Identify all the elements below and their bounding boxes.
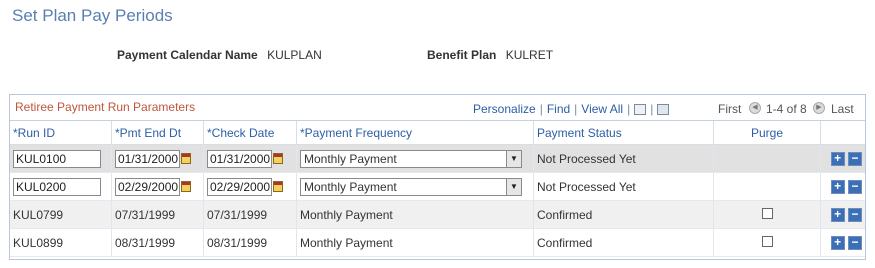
view-all-link[interactable]: View All [581,102,623,116]
table-row: KUL0899 08/31/1999 08/31/1999 Monthly Pa… [10,228,865,257]
page-title: Set Plan Pay Periods [12,6,173,25]
check-date-input[interactable]: 01/31/2000 [207,149,272,168]
table-row: KUL0100 01/31/2000 01/31/2000 Monthly Pa… [10,144,865,173]
previous-arrow-icon[interactable]: ◀ [749,102,761,114]
payment-status-cell: Not Processed Yet [533,172,714,201]
payment-frequency-value: Monthly Payment [304,151,397,166]
pmt-end-date-input[interactable]: 02/29/2000 [115,177,180,196]
run-id-cell: KUL0200 [10,172,112,201]
run-id-input[interactable]: KUL0200 [13,177,101,196]
calendar-icon[interactable] [273,153,283,164]
run-id-input[interactable]: KUL0100 [13,149,101,168]
pmt-end-cell: 08/31/1999 [111,228,204,257]
pmt-end-cell: 01/31/2000 [111,144,204,173]
download-grid-icon[interactable] [657,104,670,116]
table-row: KUL0200 02/29/2000 02/29/2000 Monthly Pa… [10,172,865,201]
col-actions [820,121,865,145]
new-window-icon[interactable] [634,104,647,116]
grid-table: *Run ID *Pmt End Dt *Check Date *Payment… [10,121,865,257]
payment-status-cell: Confirmed [533,228,714,257]
payment-status-cell: Confirmed [533,200,714,229]
frequency-cell: Monthly Payment ▼ [296,172,534,201]
row-range: 1-4 of 8 [766,102,807,116]
find-link[interactable]: Find [547,102,570,116]
benefit-plan-value: KULRET [505,48,554,62]
payment-frequency-select[interactable]: Monthly Payment ▼ [300,149,522,168]
add-row-button[interactable]: + [830,235,845,250]
grid-header: Retiree Payment Run Parameters Personali… [10,95,865,121]
payment-frequency-select[interactable]: Monthly Payment ▼ [300,177,522,196]
add-row-button[interactable]: + [830,151,845,166]
actions-cell: + − [820,200,865,229]
check-date-cell: 01/31/2000 [203,144,297,173]
delete-row-button[interactable]: − [848,179,862,194]
frequency-cell: Monthly Payment [296,228,534,257]
run-id-cell: KUL0899 [10,228,112,257]
payment-frequency-value: Monthly Payment [304,179,397,194]
first-link[interactable]: First [718,102,741,116]
personalize-link[interactable]: Personalize [473,102,536,116]
frequency-cell: Monthly Payment [296,200,534,229]
run-id-cell: KUL0100 [10,144,112,173]
retiree-payment-grid: Retiree Payment Run Parameters Personali… [9,94,866,260]
purge-cell [713,172,821,201]
benefit-plan-label: Benefit Plan [427,48,497,62]
add-row-button[interactable]: + [830,179,845,194]
calendar-name-label: Payment Calendar Name [117,48,258,62]
actions-cell: + − [820,228,865,257]
delete-row-button[interactable]: − [848,151,862,166]
benefit-plan-field: Benefit Plan KULRET [427,48,553,62]
calendar-icon[interactable] [181,181,191,192]
col-pmt-end-dt: *Pmt End Dt [111,121,204,145]
col-run-id: *Run ID [10,121,112,145]
next-arrow-icon[interactable]: ▶ [813,102,825,114]
actions-cell: + − [820,144,865,173]
dropdown-arrow-icon[interactable]: ▼ [506,150,521,167]
purge-cell [713,200,821,229]
col-payment-status: Payment Status [533,121,714,145]
col-payment-frequency: *Payment Frequency [296,121,534,145]
calendar-name-field: Payment Calendar Name KULPLAN [117,48,322,62]
delete-row-button[interactable]: − [848,235,862,250]
calendar-icon[interactable] [273,181,283,192]
grid-header-row: *Run ID *Pmt End Dt *Check Date *Payment… [10,121,865,145]
purge-cell [713,228,821,257]
actions-cell: + − [820,172,865,201]
delete-row-button[interactable]: − [848,207,862,222]
pmt-end-cell: 07/31/1999 [111,200,204,229]
check-date-cell: 02/29/2000 [203,172,297,201]
table-row: KUL0799 07/31/1999 07/31/1999 Monthly Pa… [10,200,865,229]
check-date-cell: 08/31/1999 [203,228,297,257]
frequency-cell: Monthly Payment ▼ [296,144,534,173]
check-date-cell: 07/31/1999 [203,200,297,229]
purge-checkbox[interactable] [761,207,773,219]
pmt-end-date-input[interactable]: 01/31/2000 [115,149,180,168]
dropdown-arrow-icon[interactable]: ▼ [506,178,521,195]
add-row-button[interactable]: + [830,207,845,222]
last-link[interactable]: Last [831,102,854,116]
calendar-name-value: KULPLAN [267,48,322,62]
run-id-cell: KUL0799 [10,200,112,229]
check-date-input[interactable]: 02/29/2000 [207,177,272,196]
col-purge: Purge [713,121,821,145]
calendar-icon[interactable] [181,153,191,164]
purge-cell [713,144,821,173]
grid-title: Retiree Payment Run Parameters [15,100,196,114]
grid-navbar: Personalize | Find | View All | | [473,102,670,116]
pmt-end-cell: 02/29/2000 [111,172,204,201]
purge-checkbox[interactable] [761,235,773,247]
col-check-date: *Check Date [203,121,297,145]
payment-status-cell: Not Processed Yet [533,144,714,173]
